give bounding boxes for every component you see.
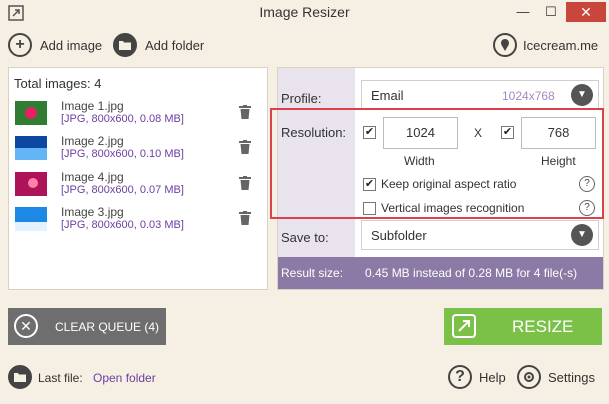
profile-label: Profile: — [281, 91, 322, 106]
resize-icon — [452, 314, 476, 338]
list-item[interactable]: Image 1.jpg [JPG, 800x600, 0.08 MB] — [13, 99, 263, 129]
icecream-link[interactable]: Icecream.me — [493, 33, 598, 57]
resolution-highlight — [270, 108, 604, 219]
clear-queue-button[interactable]: ✕ CLEAR QUEUE (4) — [8, 308, 166, 345]
result-size-label: Result size: — [281, 266, 344, 280]
add-image-button[interactable]: + Add image — [8, 33, 102, 57]
list-item[interactable]: Image 2.jpg [JPG, 800x600, 0.10 MB] — [13, 134, 263, 164]
add-folder-button[interactable]: Add folder — [113, 33, 204, 57]
total-images-label: Total images: 4 — [14, 76, 102, 91]
save-to-label: Save to: — [281, 230, 329, 245]
file-name: Image 4.jpg — [61, 170, 124, 184]
settings-button[interactable]: Settings — [517, 365, 595, 389]
gear-icon — [517, 365, 541, 389]
trash-icon[interactable] — [239, 211, 251, 225]
add-image-label: Add image — [40, 37, 103, 53]
folder-icon — [8, 365, 32, 389]
list-item[interactable]: Image 4.jpg [JPG, 800x600, 0.07 MB] — [13, 170, 263, 200]
list-item[interactable]: Image 3.jpg [JPG, 800x600, 0.03 MB] — [13, 205, 263, 235]
file-meta: [JPG, 800x600, 0.08 MB] — [61, 113, 184, 125]
profile-dimensions: 1024x768 — [502, 89, 555, 103]
close-icon: ✕ — [14, 314, 38, 338]
minimize-button[interactable]: — — [510, 2, 536, 22]
profile-value: Email — [371, 88, 404, 103]
chevron-down-icon[interactable]: ▼ — [571, 224, 593, 246]
file-name: Image 1.jpg — [61, 99, 124, 113]
help-label: Help — [479, 369, 506, 385]
last-file-label: Last file: — [38, 371, 83, 385]
help-button[interactable]: ? Help — [448, 365, 506, 389]
plus-icon: + — [8, 33, 32, 57]
resize-label: RESIZE — [512, 317, 574, 336]
close-button[interactable]: ✕ — [566, 2, 606, 22]
trash-icon[interactable] — [239, 176, 251, 190]
file-meta: [JPG, 800x600, 0.03 MB] — [61, 219, 184, 231]
help-icon: ? — [448, 365, 472, 389]
file-meta: [JPG, 800x600, 0.10 MB] — [61, 148, 184, 160]
result-size-text: 0.45 MB instead of 0.28 MB for 4 file(-s… — [365, 266, 578, 280]
file-meta: [JPG, 800x600, 0.07 MB] — [61, 184, 184, 196]
save-to-select[interactable]: Subfolder ▼ — [361, 220, 599, 250]
trash-icon[interactable] — [239, 105, 251, 119]
save-to-value: Subfolder — [371, 228, 427, 243]
file-name: Image 3.jpg — [61, 205, 124, 219]
clear-queue-label: CLEAR QUEUE (4) — [55, 320, 160, 334]
resize-button[interactable]: RESIZE — [444, 308, 602, 345]
icecream-label: Icecream.me — [523, 37, 599, 53]
image-thumbnail — [15, 207, 47, 231]
folder-icon — [113, 33, 137, 57]
trash-icon[interactable] — [239, 140, 251, 154]
image-thumbnail — [15, 101, 47, 125]
icecream-icon — [493, 33, 517, 57]
file-list-panel: Total images: 4 Image 1.jpg [JPG, 800x60… — [8, 67, 268, 290]
maximize-button[interactable]: ☐ — [538, 2, 564, 22]
open-folder-link[interactable]: Open folder — [93, 371, 156, 385]
add-folder-label: Add folder — [145, 37, 205, 53]
settings-label: Settings — [548, 369, 595, 385]
profile-select[interactable]: Email 1024x768 ▼ — [361, 80, 599, 110]
file-name: Image 2.jpg — [61, 134, 124, 148]
image-thumbnail — [15, 172, 47, 196]
chevron-down-icon[interactable]: ▼ — [571, 84, 593, 106]
image-thumbnail — [15, 136, 47, 160]
result-size-bar: Result size: 0.45 MB instead of 0.28 MB … — [278, 257, 603, 289]
